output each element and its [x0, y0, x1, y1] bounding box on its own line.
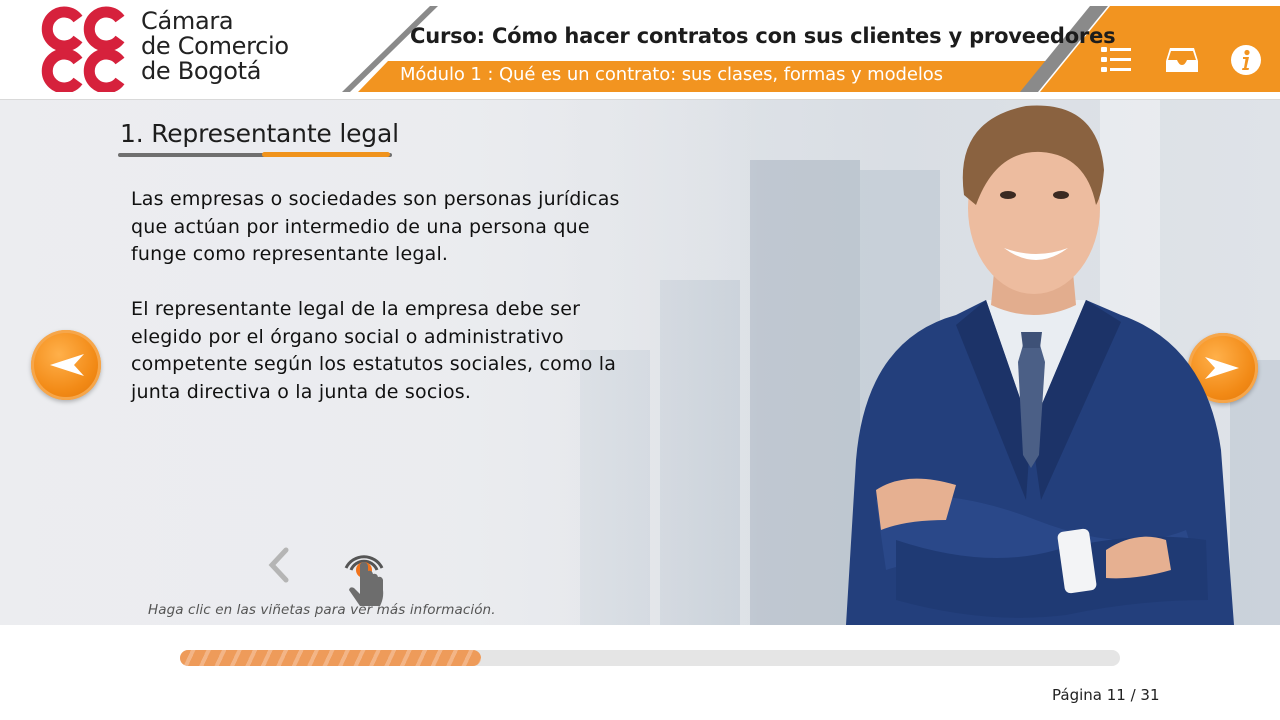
brand-line-1: Cámara [141, 7, 234, 35]
header-bar: Cámara de Comercio de Bogotá Curso: Cómo… [0, 0, 1280, 100]
previous-page-button[interactable] [31, 330, 101, 400]
tray-icon [1166, 48, 1198, 72]
camara-comercio-logo [41, 6, 125, 92]
hint-text: Haga clic en las viñetas para ver más in… [148, 602, 496, 618]
tray-button[interactable] [1162, 40, 1202, 80]
module-title: Módulo 1 : Qué es un contrato: sus clase… [400, 64, 943, 85]
arrow-left-icon [50, 354, 84, 376]
progress-fill [180, 650, 481, 666]
brand-line-2: de Comercio [141, 32, 289, 60]
paragraph-1: Las empresas o sociedades son personas j… [131, 188, 620, 265]
businessman-image [846, 105, 1234, 625]
slide-content: 1. Representante legal Las empresas o so… [0, 100, 1280, 625]
paragraph-2: El representante legal de la empresa deb… [131, 298, 617, 403]
title-underline-accent [262, 152, 390, 157]
brand-line-3: de Bogotá [141, 57, 262, 85]
progress-bar [180, 650, 1120, 666]
section-title: 1. Representante legal [120, 119, 399, 148]
page-indicator: Página 11 / 31 [1052, 686, 1160, 704]
info-button[interactable] [1226, 40, 1266, 80]
course-title: Curso: Cómo hacer contratos con sus clie… [410, 24, 1116, 48]
bullet-prev-chevron-icon[interactable] [266, 547, 292, 583]
menu-list-button[interactable] [1096, 40, 1136, 80]
info-icon [1231, 45, 1261, 75]
brand-name: Cámara de Comercio de Bogotá [141, 9, 289, 84]
menu-list-icon [1101, 47, 1131, 72]
